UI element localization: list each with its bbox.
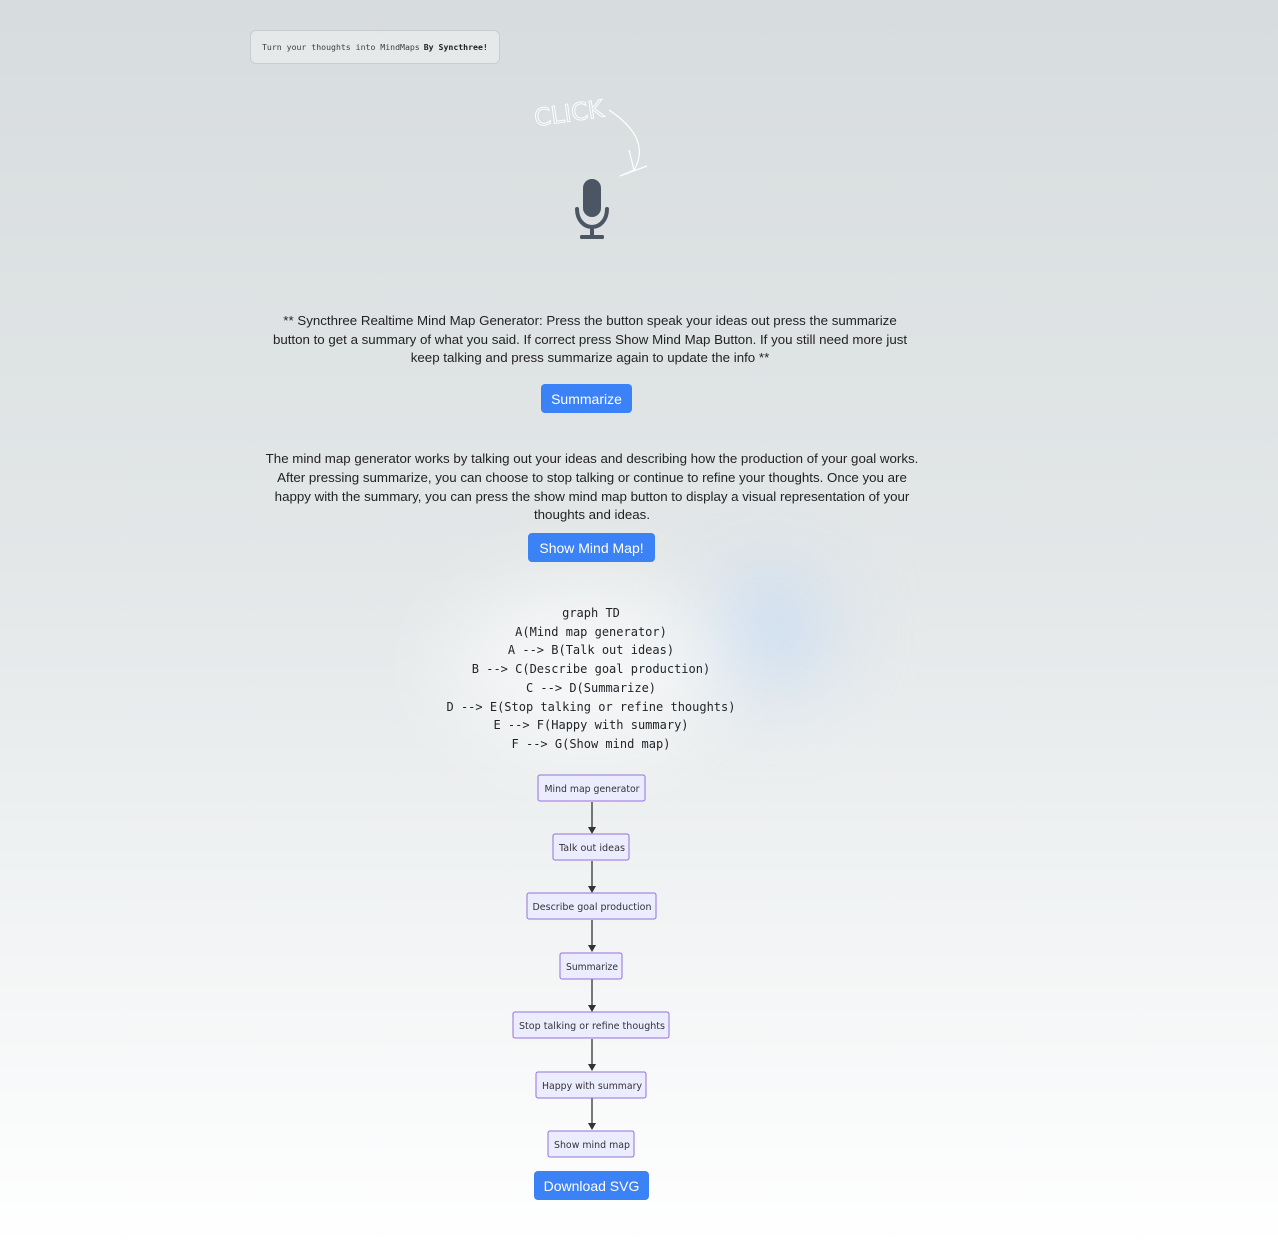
mind-map-node: Mind map generator — [537, 774, 646, 802]
arrow-curve-icon — [608, 109, 640, 171]
arrow-head-icon — [619, 149, 648, 177]
mind-map-node: Stop talking or refine thoughts — [512, 1011, 670, 1039]
tagline-badge: Turn your thoughts into MindMaps By Sync… — [250, 30, 500, 64]
microphone-icon — [575, 179, 609, 239]
code-line: D --> E(Stop talking or refine thoughts) — [446, 699, 736, 714]
node-label: Mind map generator — [545, 784, 641, 795]
arrow-head-icon — [588, 1005, 596, 1012]
code-line: graph TD — [562, 606, 620, 620]
arrow-head-icon — [588, 1123, 596, 1130]
node-label: Summarize — [566, 962, 618, 973]
mind-map-node: Summarize — [559, 952, 623, 980]
code-line: A --> B(Talk out ideas) — [507, 643, 675, 658]
summarize-button[interactable]: Summarize — [541, 384, 632, 413]
mind-map-node: Talk out ideas — [552, 833, 630, 861]
arrow-head-icon — [588, 827, 596, 834]
show-mind-map-button[interactable]: Show Mind Map! — [528, 533, 655, 562]
click-hint-annotation: CLICK — [532, 94, 648, 177]
summary-text: The mind map generator works by talking … — [265, 451, 919, 523]
code-line: E --> F(Happy with summary) — [493, 718, 689, 733]
arrow-head-icon — [588, 945, 596, 952]
download-svg-button[interactable]: Download SVG — [534, 1171, 649, 1200]
code-line: F --> G(Show mind map) — [511, 736, 671, 751]
code-line: C --> D(Summarize) — [525, 680, 657, 695]
node-label: Stop talking or refine thoughts — [519, 1021, 665, 1032]
arrow-head-icon — [588, 1064, 596, 1071]
code-line: A(Mind map generator) — [515, 624, 667, 639]
mermaid-code-block: graph TD A(Mind map generator) A --> B(T… — [380, 604, 802, 754]
click-hint-text: CLICK — [532, 95, 606, 133]
node-label: Show mind map — [554, 1140, 630, 1151]
record-button[interactable] — [568, 178, 616, 242]
mind-map-node: Happy with summary — [535, 1071, 647, 1099]
mind-map-node: Show mind map — [547, 1130, 635, 1158]
mind-map-node: Describe goal production — [526, 892, 657, 920]
tagline-brand: By Syncthree! — [423, 42, 488, 52]
node-label: Describe goal production — [533, 902, 652, 913]
intro-instructions: ** Syncthree Realtime Mind Map Generator… — [272, 313, 908, 365]
node-label: Talk out ideas — [558, 843, 625, 854]
node-label: Happy with summary — [542, 1081, 642, 1092]
arrow-head-icon — [588, 886, 596, 893]
mind-map-diagram: Mind map generator Talk out ideas Descri… — [512, 774, 670, 1158]
tagline-text: Turn your thoughts into MindMaps — [262, 42, 420, 52]
code-line: B --> C(Describe goal production) — [471, 662, 711, 677]
